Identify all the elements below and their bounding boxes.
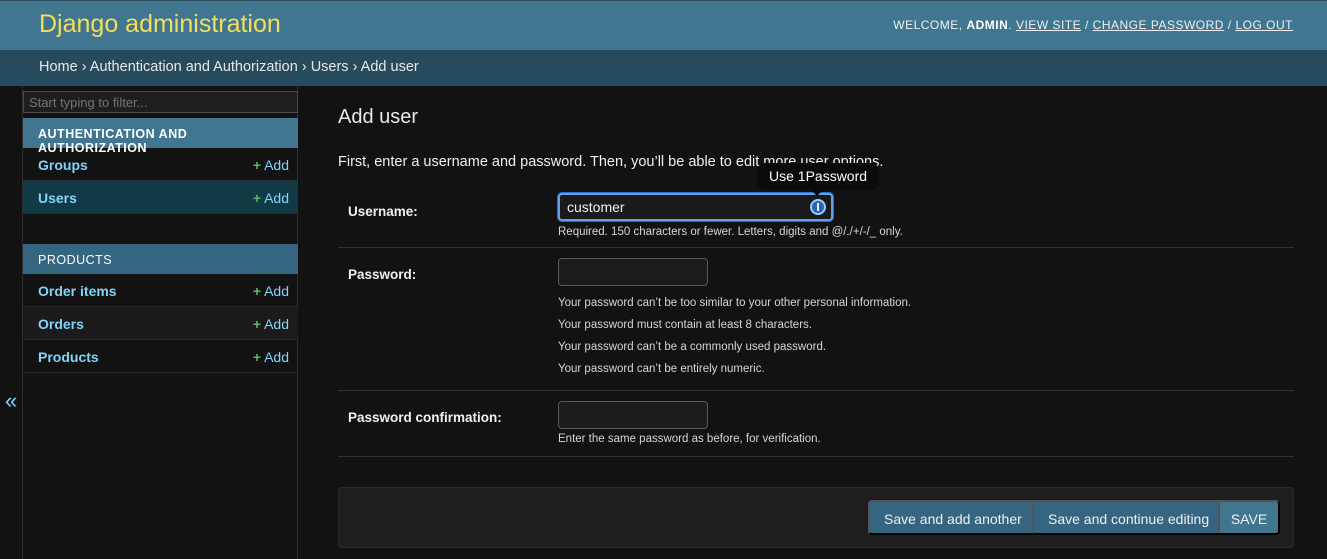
plus-icon: + <box>252 283 262 299</box>
username-help: Required. 150 characters or fewer. Lette… <box>558 226 903 238</box>
breadcrumb-current: Add user <box>360 59 419 75</box>
add-label: Add <box>264 190 289 206</box>
add-order-items-link[interactable]: + Add <box>253 283 289 299</box>
add-label: Add <box>264 349 289 365</box>
1password-icon[interactable] <box>810 199 826 215</box>
module-caption[interactable]: AUTHENTICATION AND AUTHORIZATION <box>23 118 298 155</box>
add-users-link[interactable]: + Add <box>253 190 289 206</box>
sidebar-item-order-items: Order items + Add <box>23 274 298 307</box>
current-username: ADMIN <box>966 18 1009 32</box>
plus-icon: + <box>252 190 262 206</box>
module-caption[interactable]: PRODUCTS <box>23 244 298 274</box>
password-help-item: Your password can’t be a commonly used p… <box>558 341 827 353</box>
sidebar-item-label[interactable]: Users <box>38 190 77 206</box>
password-help-item: Your password must contain at least 8 ch… <box>558 319 812 331</box>
breadcrumb-separator: › <box>301 59 307 75</box>
breadcrumb-separator: › <box>81 59 87 75</box>
plus-icon: + <box>252 316 262 332</box>
sidebar-item-label[interactable]: Orders <box>38 316 84 332</box>
sidebar-item-label[interactable]: Groups <box>38 157 88 173</box>
username-input[interactable] <box>558 193 833 221</box>
add-products-link[interactable]: + Add <box>253 349 289 365</box>
sidebar-item-label[interactable]: Products <box>38 349 99 365</box>
breadcrumb-model[interactable]: Users <box>311 59 349 75</box>
username-row: Username: Required. 150 characters or fe… <box>338 188 1294 248</box>
sidebar-nav: AUTHENTICATION AND AUTHORIZATION Groups … <box>22 86 298 559</box>
password-help-item: Your password can’t be entirely numeric. <box>558 363 765 375</box>
plus-icon: + <box>252 157 262 173</box>
password-row: Password: Your password can’t be too sim… <box>338 248 1294 391</box>
sidebar-item-groups: Groups + Add <box>23 148 298 181</box>
sidebar-item-products: Products + Add <box>23 340 298 373</box>
breadcrumb: Home › Authentication and Authorization … <box>0 50 1327 86</box>
add-label: Add <box>264 316 289 332</box>
password-confirmation-help: Enter the same password as before, for v… <box>558 433 821 445</box>
password-confirmation-label: Password confirmation: <box>348 410 502 425</box>
add-orders-link[interactable]: + Add <box>253 316 289 332</box>
save-and-continue-button[interactable]: Save and continue editing <box>1032 500 1226 535</box>
breadcrumb-separator: › <box>352 59 358 75</box>
add-groups-link[interactable]: + Add <box>253 157 289 173</box>
sidebar-item-orders: Orders + Add <box>23 307 298 340</box>
submit-row: Save and add another Save and continue e… <box>338 487 1294 548</box>
breadcrumb-home[interactable]: Home <box>39 59 78 75</box>
view-site-link[interactable]: VIEW SITE <box>1016 18 1081 32</box>
log-out-link[interactable]: LOG OUT <box>1235 18 1293 32</box>
save-button[interactable]: SAVE <box>1218 500 1280 535</box>
site-branding[interactable]: Django administration <box>39 10 281 39</box>
module-products: PRODUCTS Order items + Add Orders + Add Pr… <box>23 244 298 373</box>
sidebar-item-users: Users + Add <box>23 181 298 214</box>
add-label: Add <box>264 157 289 173</box>
plus-icon: + <box>252 349 262 365</box>
change-password-link[interactable]: CHANGE PASSWORD <box>1093 18 1224 32</box>
welcome-text: WELCOME, <box>893 18 963 32</box>
breadcrumb-app[interactable]: Authentication and Authorization <box>90 59 298 75</box>
nav-filter-input[interactable] <box>23 91 298 113</box>
separator: / <box>1227 18 1232 32</box>
save-and-add-another-button[interactable]: Save and add another <box>868 500 1038 535</box>
separator: / <box>1084 18 1089 32</box>
sidebar-item-label[interactable]: Order items <box>38 283 117 299</box>
header: Django administration WELCOME, ADMIN. VI… <box>0 0 1327 50</box>
username-label: Username: <box>348 204 418 219</box>
password-input[interactable] <box>558 258 708 286</box>
password-confirmation-row: Password confirmation: Enter the same pa… <box>338 391 1294 457</box>
1password-tooltip: Use 1Password <box>757 163 880 196</box>
double-chevron-left-icon[interactable]: « <box>5 388 17 414</box>
module-auth: AUTHENTICATION AND AUTHORIZATION Groups … <box>23 118 298 214</box>
add-label: Add <box>264 283 289 299</box>
page-title: Add user <box>338 106 419 128</box>
user-tools: WELCOME, ADMIN. VIEW SITE / CHANGE PASSW… <box>893 18 1293 32</box>
password-help-item: Your password can’t be too similar to yo… <box>558 297 912 309</box>
password-label: Password: <box>348 267 417 282</box>
password-confirmation-input[interactable] <box>558 401 708 429</box>
